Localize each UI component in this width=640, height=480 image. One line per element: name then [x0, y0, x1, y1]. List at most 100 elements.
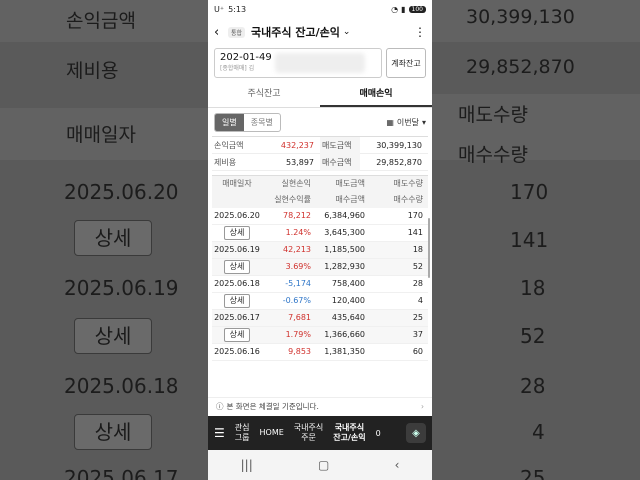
bg-value: 29,852,870	[466, 56, 575, 78]
header-blank	[212, 192, 262, 208]
signal-icon: ▮	[401, 4, 406, 14]
detail-button[interactable]: 상세	[223, 328, 251, 342]
table-row: 상세 3.69% 1,282,930 52	[212, 259, 428, 276]
buy-amount: 120,400	[331, 296, 365, 305]
table-row: 상세 1.79% 1,366,660 37	[212, 327, 428, 344]
buy-value: 29,852,870	[376, 158, 422, 167]
detail-button[interactable]: 상세	[223, 260, 251, 274]
app-bar: ‹ 통합 국내주식 잔고/손익 ⌄ ⋮	[208, 18, 432, 46]
nav-home[interactable]: HOME	[260, 428, 284, 438]
calendar-icon: ▦	[386, 117, 394, 127]
sell-value: 30,399,130	[376, 141, 422, 150]
detail-button[interactable]: 상세	[223, 226, 251, 240]
page-title[interactable]: 국내주식 잔고/손익	[251, 24, 340, 40]
menu-icon[interactable]: ☰	[214, 426, 225, 440]
info-note-text: 본 화면은 체결일 기준입니다.	[226, 402, 319, 411]
bg-qty: 170	[510, 180, 549, 204]
table-row: 2025.06.20 78,212 6,384,960 170	[212, 208, 428, 225]
trade-table[interactable]: 매매일자 실현손익 매도금액 매도수량 실현수익률 매수금액 매수수량 2025…	[212, 175, 428, 361]
tab-stock-balance[interactable]: 주식잔고	[208, 82, 320, 107]
chevron-right-icon: ›	[421, 402, 424, 411]
nav-zero: 0	[375, 428, 381, 438]
header-buy-qty: 매수수량	[393, 195, 423, 204]
sell-qty: 25	[412, 313, 423, 322]
bg-qty: 141	[510, 228, 549, 252]
account-number-field[interactable]: 202-01-49 [종합매매] 김	[214, 48, 382, 78]
toggle-daily[interactable]: 일별	[215, 113, 244, 131]
bg-detail-button: 상세	[74, 414, 152, 450]
bg-qty: 52	[520, 324, 546, 348]
table-row: 2025.06.19 42,213 1,185,500 18	[212, 242, 428, 259]
summary-table: 손익금액 432,237 매도금액 30,399,130 제비용 53,897 …	[212, 136, 428, 171]
more-vertical-icon[interactable]: ⋮	[414, 25, 426, 39]
info-note[interactable]: ⓘ 본 화면은 체결일 기준입니다. ›	[208, 397, 432, 415]
layers-icon[interactable]: ◈	[406, 423, 426, 443]
table-row: 2025.06.18 -5,174 758,400 28	[212, 276, 428, 293]
back-icon[interactable]: ‹	[395, 458, 400, 472]
back-arrow-icon[interactable]: ‹	[214, 25, 228, 40]
table-row: 2025.06.17 7,681 435,640 25	[212, 310, 428, 327]
buy-qty: 4	[417, 296, 423, 305]
phone-screen: U⁺ 5:13 ◔ ▮ 100 ‹ 통합 국내주식 잔고/손익 ⌄ ⋮ 202-…	[208, 0, 432, 480]
realized-pl: 42,213	[283, 245, 311, 254]
sell-label: 매도금액	[320, 137, 360, 154]
masked-area	[275, 53, 365, 73]
period-selector[interactable]: ▦ 이번달 ▾	[386, 117, 426, 128]
info-icon: ⓘ	[216, 402, 224, 411]
bg-qty: 25	[520, 466, 546, 480]
trade-date: 2025.06.19	[214, 245, 260, 254]
bg-label: 제비용	[66, 60, 119, 82]
recents-icon[interactable]: |||	[241, 458, 253, 472]
account-type-chip[interactable]: 통합	[228, 26, 246, 38]
nav-domestic-balance[interactable]: 국내주식 잔고/손익	[333, 423, 365, 443]
pl-value: 432,237	[280, 141, 314, 150]
trade-date: 2025.06.18	[214, 279, 260, 288]
header-sell-qty: 매도수량	[393, 179, 423, 188]
nav-domestic-order[interactable]: 국내주식 주문	[294, 423, 323, 443]
summary-row: 손익금액 432,237 매도금액 30,399,130	[212, 137, 428, 154]
scrollbar[interactable]	[428, 218, 430, 278]
buy-qty: 141	[407, 228, 423, 237]
bottom-nav: ☰ 관심 그룹 HOME 국내주식 주문 국내주식 잔고/손익 0 ◈	[208, 416, 432, 450]
bg-date: 2025.06.17	[64, 466, 179, 480]
toggle-by-stock[interactable]: 종목별	[244, 114, 280, 131]
header-date: 매매일자	[222, 179, 252, 188]
sell-amount: 1,381,350	[324, 347, 365, 356]
fee-value: 53,897	[286, 158, 314, 167]
home-icon[interactable]: ▢	[318, 458, 329, 472]
account-selector: 202-01-49 [종합매매] 김 계좌잔고	[214, 48, 426, 78]
realized-pl: -5,174	[285, 279, 311, 288]
bg-date: 2025.06.19	[64, 276, 179, 300]
bg-detail-button: 상세	[74, 220, 152, 256]
sell-qty: 28	[412, 279, 423, 288]
view-toggle: 일별 종목별	[214, 112, 281, 132]
bg-date: 2025.06.20	[64, 180, 179, 204]
header-buy-amount: 매수금액	[335, 195, 365, 204]
trade-date: 2025.06.17	[214, 313, 260, 322]
background-zoom-left: 손익금액 제비용 매매일자 2025.06.20 상세 2025.06.19 상…	[0, 0, 208, 480]
pl-label: 손익금액	[214, 141, 244, 150]
tab-trade-pl[interactable]: 매매손익	[320, 82, 432, 107]
period-label: 이번달	[396, 117, 419, 127]
fee-label: 제비용	[214, 158, 237, 167]
realized-rate: 3.69%	[285, 262, 311, 271]
detail-button[interactable]: 상세	[223, 294, 251, 308]
bg-detail-button: 상세	[74, 318, 152, 354]
realized-rate: -0.67%	[282, 296, 311, 305]
realized-pl: 7,681	[288, 313, 311, 322]
sell-qty: 60	[412, 347, 423, 356]
bg-qty: 18	[520, 276, 546, 300]
background-zoom-right: 30,399,130 29,852,870 매도수량 매수수량 170 141 …	[432, 0, 640, 480]
clock: 5:13	[228, 4, 247, 14]
trade-date: 2025.06.16	[214, 347, 260, 356]
bg-date: 2025.06.18	[64, 374, 179, 398]
chevron-down-icon[interactable]: ⌄	[343, 27, 351, 37]
bg-header: 매도수량	[458, 104, 528, 126]
wifi-icon: ◔	[391, 4, 399, 14]
account-balance-button[interactable]: 계좌잔고	[386, 48, 426, 78]
table-row: 상세 1.24% 3,645,300 141	[212, 225, 428, 242]
table-row: 상세 -0.67% 120,400 4	[212, 293, 428, 310]
nav-watch-group[interactable]: 관심 그룹	[235, 423, 250, 443]
buy-amount: 3,645,300	[324, 228, 365, 237]
sell-amount: 1,185,500	[324, 245, 365, 254]
